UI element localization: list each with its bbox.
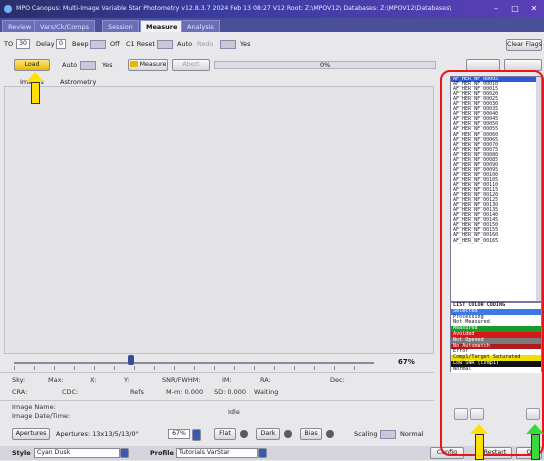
snr-fwhm-label: SNR/FWHM: <box>162 376 201 384</box>
profile-dropdown-icon[interactable] <box>258 448 267 458</box>
to-input[interactable]: 30 <box>16 39 30 49</box>
apertures-button-label: Apertures <box>15 430 47 437</box>
load-button[interactable]: Load <box>14 59 50 71</box>
load-label: Load <box>24 61 40 68</box>
clear-flags-button[interactable]: Clear Flags <box>506 39 542 51</box>
progress-text: 0% <box>320 61 331 69</box>
c1reset-toggle[interactable] <box>157 40 173 49</box>
image-datetime-label: Image Date/Time: <box>12 412 71 420</box>
to-label: TO <box>4 40 14 48</box>
window-title: MPO Canopus: Multi-Image Variable Star P… <box>16 5 452 12</box>
tab-review[interactable]: Review <box>2 20 38 32</box>
close-icon[interactable]: ✕ <box>525 0 543 18</box>
profile-label: Profile <box>150 449 174 457</box>
yes-label: Yes <box>240 40 251 48</box>
tab-session[interactable]: Session <box>102 20 139 32</box>
tab-analysis[interactable]: Analysis <box>181 20 220 32</box>
scaling-toggle[interactable] <box>380 430 396 439</box>
beep-label: Beep <box>72 40 89 48</box>
highlight-frame <box>440 70 544 456</box>
auto-load-yes: Yes <box>102 61 113 69</box>
app-window: MPO Canopus: Multi-Image Variable Star P… <box>0 0 544 461</box>
bias-indicator-icon <box>326 430 334 438</box>
minimize-icon[interactable]: – <box>487 0 505 18</box>
ra-label: RA: <box>260 376 271 384</box>
divider <box>0 400 434 401</box>
yellow-arrow-icon <box>470 424 488 460</box>
toolbar-row-1: TO 30 Delay 0 Beep Off C1 Reset Auto Red… <box>0 38 544 52</box>
bias-label: Bias <box>304 430 318 437</box>
flat-button[interactable]: Flat <box>214 428 236 440</box>
style-dropdown-icon[interactable] <box>120 448 129 458</box>
sky-label: Sky: <box>12 376 26 384</box>
beep-state: Off <box>110 40 120 48</box>
sd-value: SD: 0.000 <box>214 388 246 396</box>
cdc-label: CDC: <box>62 388 79 396</box>
main-tabs: Review Vars/Ck/Comps Session Measure Ana… <box>0 18 544 32</box>
scaling-label: Scaling <box>354 430 378 438</box>
tab-measure[interactable]: Measure <box>140 20 184 32</box>
refs-label: Refs <box>130 388 144 396</box>
tab-vars-ck-comps[interactable]: Vars/Ck/Comps <box>34 20 96 32</box>
flat-indicator-icon <box>240 430 248 438</box>
im-label: IM: <box>222 376 232 384</box>
abort-button[interactable]: Abort <box>172 59 210 71</box>
flat-label: Flat <box>219 430 231 437</box>
dark-label: Dark <box>260 430 276 437</box>
redo-toggle[interactable] <box>220 40 236 49</box>
subtab-astrometry[interactable]: Astrometry <box>60 78 96 86</box>
clear-flags-label: Clear Flags <box>507 41 542 48</box>
auto-load-label: Auto <box>62 61 78 69</box>
delay-input[interactable]: 0 <box>56 39 66 49</box>
redo-label: Redo <box>197 40 214 48</box>
apertures-button[interactable]: Apertures <box>12 428 50 440</box>
beep-toggle[interactable] <box>90 40 106 49</box>
auto-label: Auto <box>177 40 193 48</box>
normal-label: Normal <box>400 430 424 438</box>
dec-label: Dec: <box>330 376 345 384</box>
style-select[interactable]: Cyan Dusk <box>34 448 120 458</box>
measure-label: Measure <box>139 61 167 68</box>
dark-button[interactable]: Dark <box>256 428 280 440</box>
abort-label: Abort <box>182 61 200 68</box>
apertures-text: Apertures: 13x13/5/13/0° <box>56 430 139 438</box>
style-label: Style <box>12 449 31 457</box>
mm-value: M-m: 0.000 <box>166 388 204 396</box>
waiting-status: Waiting <box>254 388 279 396</box>
green-arrow-icon <box>526 424 544 460</box>
zoom-slider-track[interactable] <box>14 362 374 364</box>
y-label: Y: <box>124 376 130 384</box>
maximize-icon[interactable]: □ <box>506 0 524 18</box>
measure-button[interactable]: Measure <box>128 59 168 71</box>
title-bar: MPO Canopus: Multi-Image Variable Star P… <box>0 0 544 18</box>
delay-label: Delay <box>36 40 55 48</box>
x-label: X: <box>90 376 97 384</box>
max-label: Max: <box>48 376 64 384</box>
bias-button[interactable]: Bias <box>300 428 322 440</box>
folder-icon <box>129 61 138 67</box>
dark-indicator-icon <box>284 430 292 438</box>
cra-label: CRA: <box>12 388 28 396</box>
zoom-slider-ticks <box>14 366 374 370</box>
image-name-label: Image Name: <box>12 403 56 411</box>
zoom-dropdown-icon[interactable] <box>192 429 201 441</box>
auto-load-toggle[interactable] <box>80 61 96 70</box>
profile-select[interactable]: Tutorials VarStar <box>176 448 258 458</box>
c1reset-label: C1 Reset <box>126 40 155 48</box>
zoom-percent: 67% <box>398 358 415 366</box>
zoom-slider-thumb[interactable] <box>128 355 134 365</box>
yellow-arrow-icon <box>26 72 44 104</box>
image-canvas[interactable] <box>4 86 434 354</box>
app-icon <box>4 5 12 13</box>
zoom-select[interactable]: 67% <box>168 429 190 439</box>
divider <box>0 372 434 373</box>
idle-status: Idle <box>228 408 240 416</box>
